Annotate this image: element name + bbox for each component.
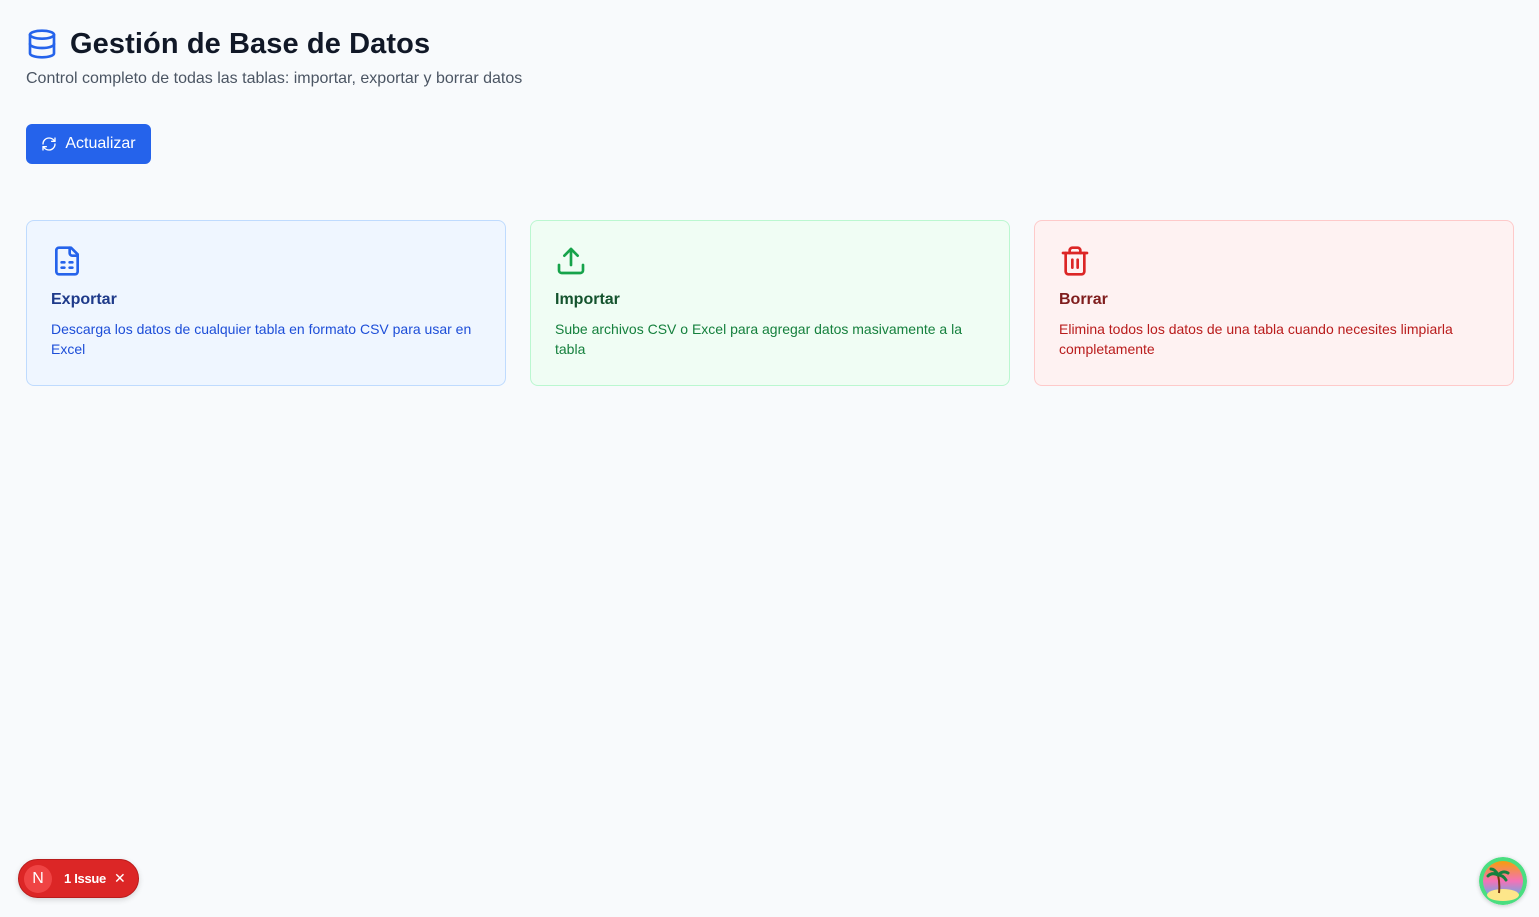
page-header: Gestión de Base de Datos Control complet… — [26, 26, 522, 88]
action-cards: Exportar Descarga los datos de cualquier… — [26, 220, 1514, 386]
page-title: Gestión de Base de Datos — [70, 27, 431, 60]
trash-icon — [1059, 245, 1091, 277]
upload-icon — [555, 245, 587, 277]
delete-card-description: Elimina todos los datos de una tabla cua… — [1059, 321, 1453, 357]
refresh-button[interactable]: Actualizar — [26, 124, 151, 164]
import-card-title: Importar — [555, 291, 620, 308]
nextjs-logo-icon: N — [24, 864, 52, 893]
refresh-button-label: Actualizar — [65, 135, 136, 152]
export-card-title: Exportar — [51, 291, 117, 308]
issue-count[interactable]: 1 Issue — [64, 871, 106, 886]
refresh-icon — [41, 136, 57, 152]
avatar[interactable] — [1479, 857, 1527, 905]
delete-card: Borrar Elimina todos los datos de una ta… — [1034, 220, 1514, 386]
export-card: Exportar Descarga los datos de cualquier… — [26, 220, 506, 386]
database-icon — [26, 28, 58, 60]
page-subtitle: Control completo de todas las tablas: im… — [26, 70, 523, 87]
file-spreadsheet-icon — [51, 245, 83, 277]
page: Gestión de Base de Datos Control complet… — [0, 0, 1539, 917]
title-row: Gestión de Base de Datos — [26, 26, 522, 62]
import-card-description: Sube archivos CSV o Excel para agregar d… — [555, 321, 962, 357]
export-card-description: Descarga los datos de cualquier tabla en… — [51, 321, 472, 357]
delete-card-title: Borrar — [1059, 291, 1108, 308]
dev-issues-badge[interactable]: N 1 Issue ✕ — [18, 859, 139, 898]
close-icon[interactable]: ✕ — [114, 870, 126, 887]
import-card: Importar Sube archivos CSV o Excel para … — [530, 220, 1010, 386]
